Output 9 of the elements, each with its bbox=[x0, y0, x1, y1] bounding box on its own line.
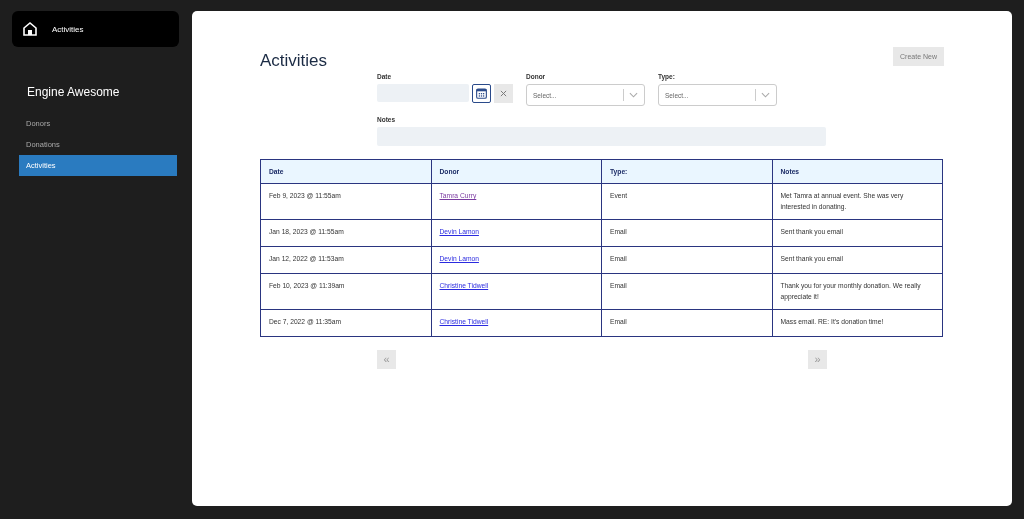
close-icon bbox=[500, 90, 507, 97]
calendar-icon bbox=[476, 88, 487, 99]
header-title: Activities bbox=[52, 24, 84, 34]
calendar-button[interactable] bbox=[472, 84, 491, 103]
chevron-down-icon bbox=[629, 92, 638, 98]
home-icon[interactable] bbox=[22, 21, 38, 37]
brand-name: Engine Awesome bbox=[27, 85, 121, 99]
page-title: Activities bbox=[260, 51, 328, 71]
chevron-down-icon bbox=[761, 92, 770, 98]
